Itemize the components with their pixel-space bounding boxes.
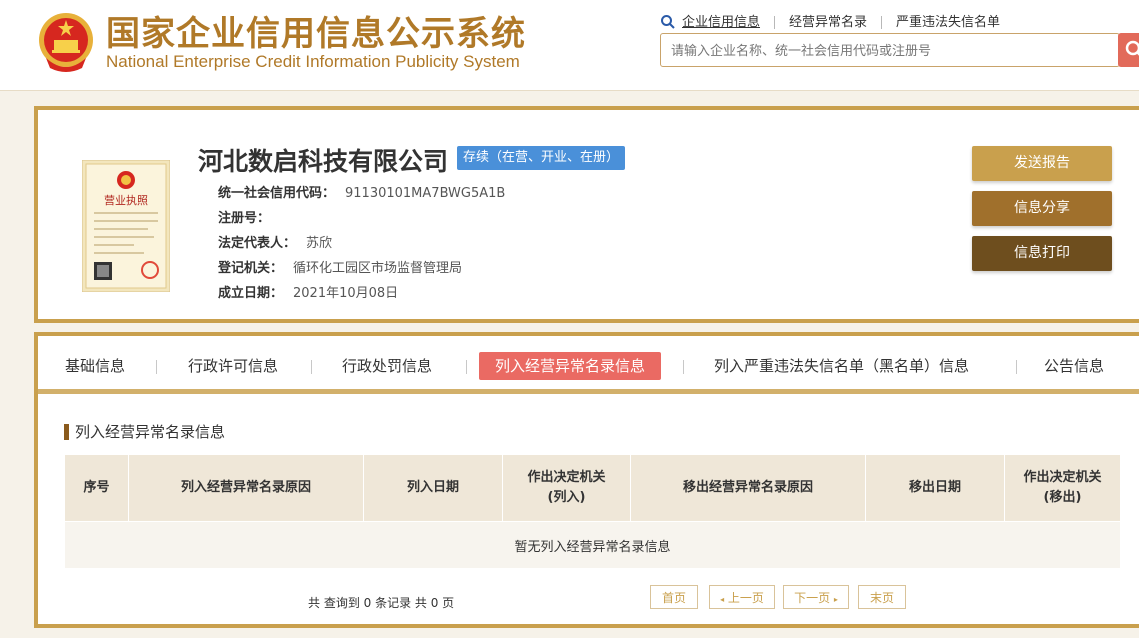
search-box xyxy=(660,33,1120,68)
tab-divider xyxy=(311,360,312,374)
license-title: 营业执照 xyxy=(104,193,148,207)
empty-table-message: 暂无列入经营异常名录信息 xyxy=(64,521,1121,569)
info-label: 注册号： xyxy=(218,211,271,226)
info-value: 苏欣 xyxy=(306,236,333,251)
tab-abnormal-list[interactable]: 列入经营异常名录信息 xyxy=(479,352,662,380)
info-row-establishment-date: 成立日期： 2021年10月08日 xyxy=(218,282,398,301)
info-label: 法定代表人： xyxy=(218,236,297,251)
info-row-credit-code: 统一社会信用代码： 91130101MA7BWG5A1B xyxy=(218,182,505,201)
column-header-add-reason: 列入经营异常名录原因 xyxy=(128,454,364,522)
tab-divider xyxy=(1016,360,1017,374)
pager-last-button[interactable]: 末页 xyxy=(858,585,906,609)
tab-divider xyxy=(466,360,467,374)
abnormal-list-table: 序号 列入经营异常名录原因 列入日期 作出决定机关 (列入) 移出经营异常名录原… xyxy=(64,454,1121,569)
site-header: 国家企业信用信息公示系统 National Enterprise Credit … xyxy=(0,0,1139,91)
column-header-add-authority: 作出决定机关 (列入) xyxy=(502,454,631,522)
column-header-add-date: 列入日期 xyxy=(363,454,503,522)
print-info-button[interactable]: 信息打印 xyxy=(972,236,1112,271)
column-header-remove-reason: 移出经营异常名录原因 xyxy=(630,454,866,522)
info-tab-panel: 基础信息 行政许可信息 行政处罚信息 列入经营异常名录信息 列入严重违法失信名单… xyxy=(34,332,1139,628)
info-row-registration-authority: 登记机关： 循环化工园区市场监督管理局 xyxy=(218,257,462,276)
tab-divider xyxy=(156,360,157,374)
nav-link-enterprise-credit[interactable]: 企业信用信息 xyxy=(676,16,774,29)
table-header-row: 序号 列入经营异常名录原因 列入日期 作出决定机关 (列入) 移出经营异常名录原… xyxy=(64,454,1121,522)
info-label: 统一社会信用代码： xyxy=(218,186,336,201)
pager-next-label: 下一页 xyxy=(794,591,831,605)
tab-administrative-penalty[interactable]: 行政处罚信息 xyxy=(342,352,432,380)
info-label: 登记机关： xyxy=(218,261,284,276)
status-badge: 存续（在营、开业、在册） xyxy=(457,146,626,170)
chevron-right-icon: ▸ xyxy=(833,595,838,604)
tab-bar: 基础信息 行政许可信息 行政处罚信息 列入经营异常名录信息 列入严重违法失信名单… xyxy=(38,336,1139,394)
pager-prev-label: 上一页 xyxy=(727,591,764,605)
pager-summary: 共 查询到 0 条记录 共 0 页 xyxy=(308,596,455,610)
info-value: 2021年10月08日 xyxy=(293,286,399,301)
chevron-left-icon: ◂ xyxy=(720,595,725,604)
section-title: 列入经营异常名录信息 xyxy=(64,424,225,440)
tab-serious-violation-blacklist[interactable]: 列入严重违法失信名单（黑名单）信息 xyxy=(714,352,969,380)
column-header-remove-date: 移出日期 xyxy=(865,454,1005,522)
send-report-button[interactable]: 发送报告 xyxy=(972,146,1112,181)
top-nav: 企业信用信息 经营异常名录 严重违法失信名单 xyxy=(660,12,1014,32)
column-header-remove-authority: 作出决定机关 (移出) xyxy=(1004,454,1121,522)
search-input[interactable] xyxy=(669,34,1113,68)
table-row: 暂无列入经营异常名录信息 xyxy=(64,521,1121,569)
search-button[interactable] xyxy=(1118,33,1139,67)
info-label: 成立日期： xyxy=(218,286,284,301)
pager-first-button[interactable]: 首页 xyxy=(650,585,698,609)
company-name: 河北数启科技有限公司 xyxy=(198,147,449,176)
column-header-index: 序号 xyxy=(64,454,129,522)
info-row-legal-representative: 法定代表人： 苏欣 xyxy=(218,232,332,251)
tab-announcement[interactable]: 公告信息 xyxy=(1044,352,1104,380)
nav-link-serious-violation-list[interactable]: 严重违法失信名单 xyxy=(881,15,1014,29)
national-emblem-icon xyxy=(39,13,93,72)
pager-next-button[interactable]: 下一页 ▸ xyxy=(783,585,849,609)
tab-basic-info[interactable]: 基础信息 xyxy=(65,352,125,380)
nav-link-abnormal-list[interactable]: 经营异常名录 xyxy=(774,15,881,29)
site-title: 国家企业信用信息公示系统 xyxy=(106,14,526,54)
search-icon xyxy=(661,15,675,29)
search-button-icon xyxy=(1125,40,1139,56)
tab-administrative-license[interactable]: 行政许可信息 xyxy=(188,352,278,380)
info-value: 91130101MA7BWG5A1B xyxy=(345,186,506,201)
info-row-registration-number: 注册号： xyxy=(218,207,280,226)
tab-divider xyxy=(683,360,684,374)
site-subtitle: National Enterprise Credit Information P… xyxy=(106,52,520,71)
share-info-button[interactable]: 信息分享 xyxy=(972,191,1112,226)
pager-prev-button[interactable]: ◂ 上一页 xyxy=(709,585,775,609)
info-value: 循环化工园区市场监督管理局 xyxy=(293,261,463,276)
business-license-image[interactable]: 营业执照 xyxy=(82,160,170,292)
company-card: 营业执照 河北数启科技有限公司 存续（在营、开业、在册） 统一社会信用代码： 91… xyxy=(34,106,1139,323)
